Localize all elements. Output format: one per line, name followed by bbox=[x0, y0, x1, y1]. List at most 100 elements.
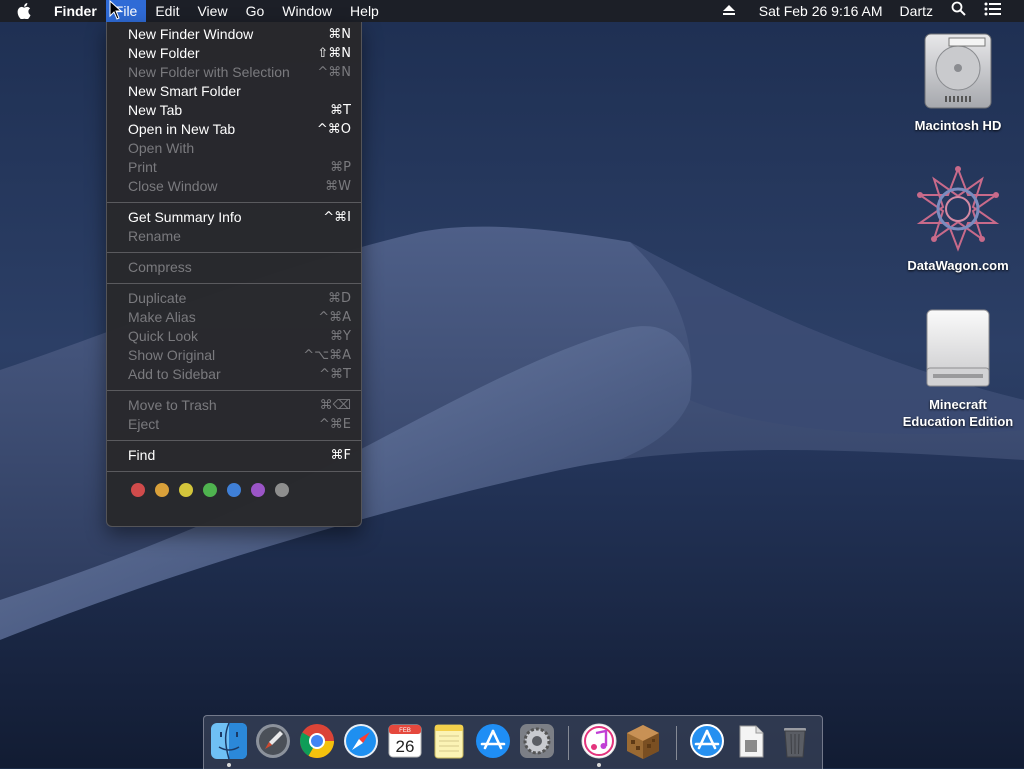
tag-blue-dot[interactable] bbox=[227, 483, 241, 497]
menu-separator bbox=[107, 283, 361, 284]
menu-item-label: New Tab bbox=[128, 102, 183, 118]
running-indicator-dot bbox=[597, 763, 601, 767]
menu-separator bbox=[107, 202, 361, 203]
tag-yellow-dot[interactable] bbox=[179, 483, 193, 497]
menu-item-shortcut: ⌘D bbox=[327, 291, 351, 306]
menu-item-label: Open in New Tab bbox=[128, 121, 236, 137]
menu-item-print: Print ⌘P bbox=[107, 158, 361, 177]
tag-orange-dot[interactable] bbox=[155, 483, 169, 497]
menu-item-label: Close Window bbox=[128, 178, 218, 194]
dock: FEB 26 bbox=[203, 715, 823, 769]
notification-center-icon[interactable] bbox=[975, 0, 1024, 22]
menu-item-label: New Smart Folder bbox=[128, 83, 241, 99]
menu-separator bbox=[107, 390, 361, 391]
desktop-icon-minecraft-education[interactable]: Minecraft Education Edition bbox=[893, 308, 1023, 430]
app-name-menu[interactable]: Finder bbox=[51, 0, 106, 22]
menu-item-quick-look: Quick Look ⌘Y bbox=[107, 327, 361, 346]
menu-item-new-tab[interactable]: New Tab ⌘T bbox=[107, 101, 361, 120]
menu-item-open-in-new-tab[interactable]: Open in New Tab ^⌘O bbox=[107, 120, 361, 139]
app-store-icon[interactable] bbox=[474, 722, 512, 760]
spotlight-search-icon[interactable] bbox=[942, 0, 975, 22]
menu-item-shortcut: ^⌘A bbox=[318, 310, 351, 325]
desktop-icon-datawagon[interactable]: DataWagon.com bbox=[893, 166, 1023, 273]
menu-item-label: Show Original bbox=[128, 347, 216, 363]
desktop-icon-macintosh-hd[interactable]: Macintosh HD bbox=[893, 30, 1023, 133]
menu-item-show-original: Show Original ^⌥⌘A bbox=[107, 346, 361, 365]
tag-gray-dot[interactable] bbox=[275, 483, 289, 497]
launchpad-icon[interactable] bbox=[254, 722, 292, 760]
menu-item-shortcut: ^⌘O bbox=[316, 122, 351, 137]
menu-item-shortcut: ⌘Y bbox=[330, 329, 351, 344]
menu-item-shortcut: ⌘⌫ bbox=[319, 398, 351, 413]
menu-item-label: Move to Trash bbox=[128, 397, 217, 413]
chrome-icon[interactable] bbox=[298, 722, 336, 760]
system-preferences-icon[interactable] bbox=[518, 722, 556, 760]
menu-item-open-with: Open With bbox=[107, 139, 361, 158]
menu-item-rename: Rename bbox=[107, 227, 361, 246]
trash-icon[interactable] bbox=[776, 722, 814, 760]
menu-item-label: New Folder bbox=[128, 45, 200, 61]
menu-item-label: Eject bbox=[128, 416, 160, 432]
document-icon[interactable] bbox=[732, 722, 770, 760]
dock-separator bbox=[568, 726, 569, 760]
tag-red-dot[interactable] bbox=[131, 483, 145, 497]
menu-item-duplicate: Duplicate ⌘D bbox=[107, 289, 361, 308]
calendar-month-label: FEB bbox=[399, 728, 411, 734]
tag-green-dot[interactable] bbox=[203, 483, 217, 497]
menu-item-eject: Eject ^⌘E bbox=[107, 415, 361, 434]
user-menu[interactable]: Dartz bbox=[892, 0, 942, 22]
tag-color-row bbox=[131, 483, 289, 497]
menu-item-label: New Finder Window bbox=[128, 26, 254, 42]
menu-go[interactable]: Go bbox=[237, 0, 274, 22]
file-menu-dropdown: New Finder Window ⌘N New Folder ⇧⌘N New Fo… bbox=[106, 22, 362, 527]
menu-item-new-folder[interactable]: New Folder ⇧⌘N bbox=[107, 44, 361, 63]
menu-help[interactable]: Help bbox=[341, 0, 388, 22]
dock-separator bbox=[676, 726, 677, 760]
datawagon-logo-icon bbox=[916, 166, 1000, 252]
menu-item-add-to-sidebar: Add to Sidebar ^⌘T bbox=[107, 365, 361, 384]
finder-icon[interactable] bbox=[210, 722, 248, 760]
tag-purple-dot[interactable] bbox=[251, 483, 265, 497]
calendar-icon[interactable]: FEB 26 bbox=[386, 722, 424, 760]
menu-separator bbox=[107, 471, 361, 472]
mouse-cursor-icon bbox=[109, 0, 123, 20]
menu-item-label: Compress bbox=[128, 259, 192, 275]
apple-logo-icon[interactable] bbox=[17, 3, 37, 19]
menu-item-move-to-trash: Move to Trash ⌘⌫ bbox=[107, 396, 361, 415]
eject-icon[interactable] bbox=[713, 0, 745, 22]
desktop-icon-label: Minecraft Education Edition bbox=[902, 397, 1014, 429]
clock[interactable]: Sat Feb 26 9:16 AM bbox=[745, 0, 892, 22]
menu-item-shortcut: ⌘N bbox=[328, 27, 351, 42]
app-store-folder-icon[interactable] bbox=[688, 722, 726, 760]
menu-item-shortcut: ^⌥⌘A bbox=[303, 348, 351, 363]
desktop-icon-label: DataWagon.com bbox=[907, 258, 1009, 273]
hard-drive-icon bbox=[924, 33, 992, 109]
menu-item-shortcut: ⌘W bbox=[325, 179, 351, 194]
menu-item-new-smart-folder[interactable]: New Smart Folder bbox=[107, 82, 361, 101]
menu-item-new-finder-window[interactable]: New Finder Window ⌘N bbox=[107, 25, 361, 44]
menu-item-make-alias: Make Alias ^⌘A bbox=[107, 308, 361, 327]
menu-item-new-folder-with-selection: New Folder with Selection ^⌘N bbox=[107, 63, 361, 82]
menu-item-label: Add to Sidebar bbox=[128, 366, 221, 382]
menu-item-label: Duplicate bbox=[128, 290, 187, 306]
external-drive-icon bbox=[926, 309, 990, 387]
menu-item-get-summary-info[interactable]: Get Summary Info ^⌘I bbox=[107, 208, 361, 227]
menu-item-shortcut: ⌘T bbox=[330, 103, 351, 118]
minecraft-icon[interactable] bbox=[624, 722, 662, 760]
menu-separator bbox=[107, 252, 361, 253]
notes-icon[interactable] bbox=[430, 722, 468, 760]
menu-window[interactable]: Window bbox=[273, 0, 341, 22]
menu-edit[interactable]: Edit bbox=[146, 0, 188, 22]
safari-icon[interactable] bbox=[342, 722, 380, 760]
menu-separator bbox=[107, 440, 361, 441]
menu-item-shortcut: ⌘F bbox=[330, 448, 351, 463]
menu-item-shortcut: ⌘P bbox=[330, 160, 351, 175]
menu-view[interactable]: View bbox=[188, 0, 236, 22]
menu-item-label: Get Summary Info bbox=[128, 209, 242, 225]
menu-item-label: Open With bbox=[128, 140, 195, 156]
menu-item-shortcut: ^⌘T bbox=[319, 367, 351, 382]
menu-item-close-window: Close Window ⌘W bbox=[107, 177, 361, 196]
itunes-icon[interactable] bbox=[580, 722, 618, 760]
menu-item-label: Find bbox=[128, 447, 156, 463]
menu-item-find[interactable]: Find ⌘F bbox=[107, 446, 361, 465]
